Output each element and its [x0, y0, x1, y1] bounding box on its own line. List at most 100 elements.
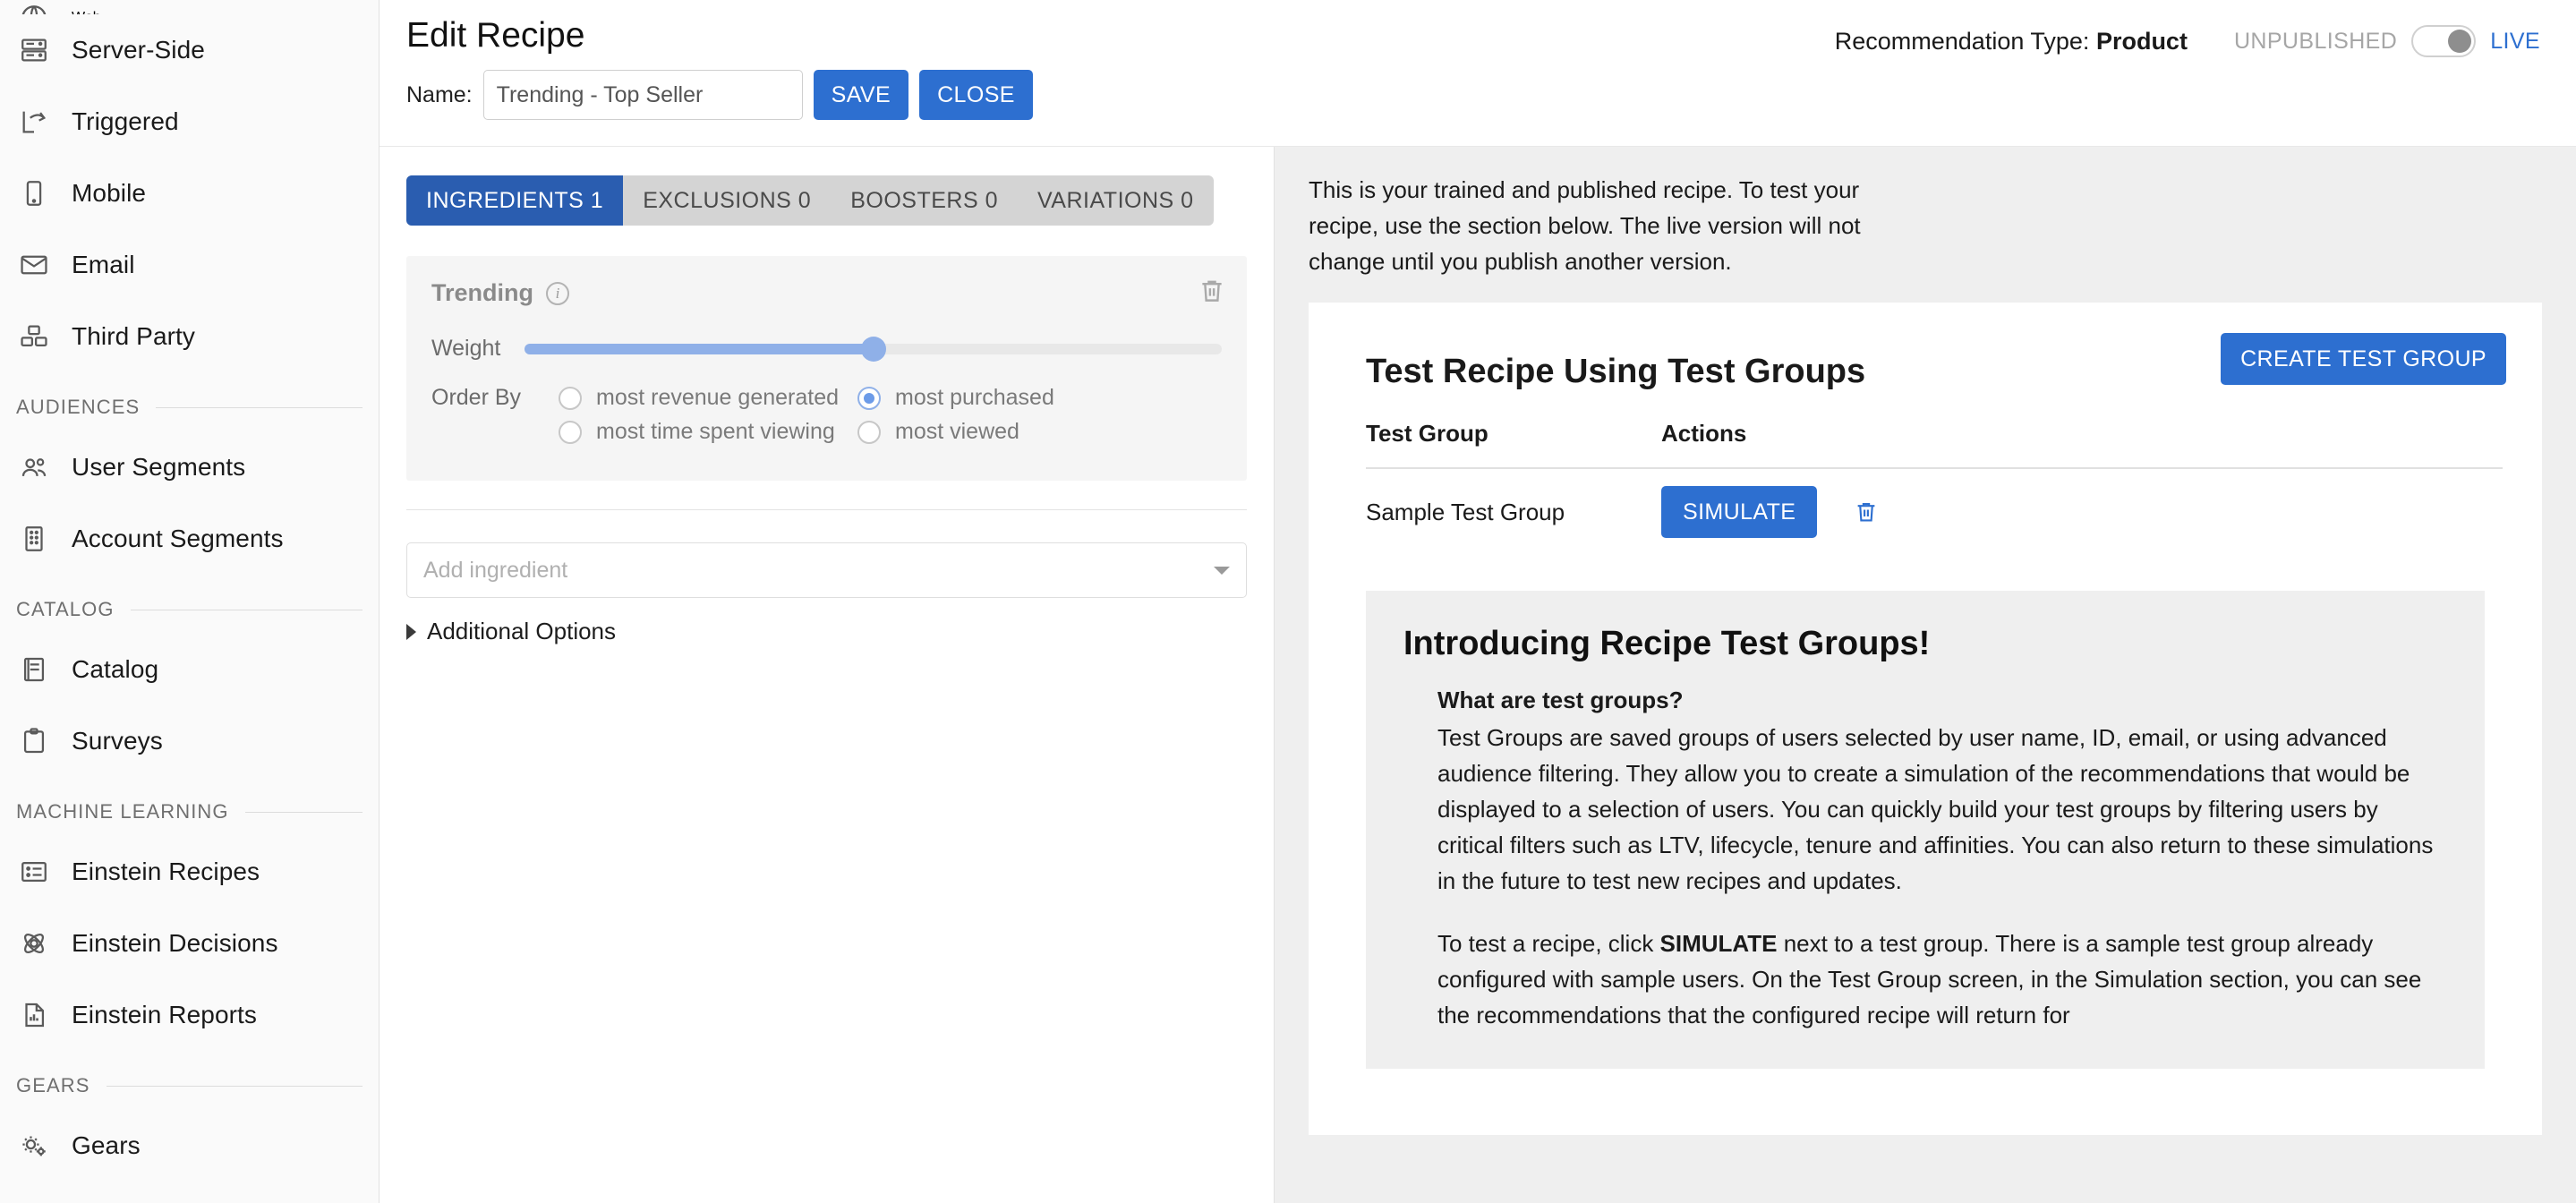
sidebar: Web Server-Side Triggered [0, 0, 380, 1203]
mobile-icon [16, 175, 52, 211]
row-actions: SIMULATE [1661, 486, 2503, 538]
intro-title: Introducing Recipe Test Groups! [1403, 625, 1931, 662]
sidebar-item-surveys[interactable]: Surveys [0, 705, 379, 777]
radio-circle [857, 420, 881, 444]
test-groups-title: Test Recipe Using Test Groups [1366, 353, 1866, 390]
simulate-button[interactable]: SIMULATE [1661, 486, 1818, 538]
sidebar-item-web[interactable]: Web [0, 0, 379, 14]
sidebar-item-catalog[interactable]: Catalog [0, 634, 379, 705]
create-test-group-button[interactable]: CREATE TEST GROUP [2221, 333, 2506, 385]
recommendation-type-value: Product [2095, 27, 2188, 55]
add-ingredient-placeholder: Add ingredient [423, 557, 568, 583]
sidebar-item-account-segments[interactable]: Account Segments [0, 503, 379, 575]
intro-p2-simulate: SIMULATE [1659, 930, 1778, 957]
sidebar-item-label: Surveys [72, 727, 163, 755]
divider [244, 811, 363, 813]
delete-ingredient-icon[interactable] [1197, 276, 1227, 306]
published-recipe-note: This is your trained and published recip… [1309, 176, 1861, 275]
app-root: Web Server-Side Triggered [0, 0, 2576, 1203]
sidebar-item-third-party[interactable]: Third Party [0, 301, 379, 372]
divider [106, 1085, 363, 1087]
sidebar-item-user-segments[interactable]: User Segments [0, 431, 379, 503]
ingredient-list: Trending i Weight Order By most revenue … [406, 256, 1247, 510]
recipe-name-row: Name: SAVE CLOSE [406, 70, 1033, 120]
sidebar-item-einstein-decisions[interactable]: Einstein Decisions [0, 908, 379, 979]
triggered-icon [16, 104, 52, 140]
sidebar-item-mobile[interactable]: Mobile [0, 158, 379, 229]
report-icon [16, 997, 52, 1033]
delete-test-group-icon[interactable] [1853, 497, 1880, 527]
save-button[interactable]: SAVE [813, 70, 909, 120]
sidebar-item-server-side[interactable]: Server-Side [0, 14, 379, 86]
sidebar-item-partial-bottom[interactable] [0, 1182, 379, 1203]
order-by-label: Order By [431, 385, 522, 410]
radio-most-time-spent-viewing[interactable]: most time spent viewing [559, 419, 857, 445]
publish-toggle-group: UNPUBLISHED LIVE [2234, 25, 2540, 57]
recipe-name-input[interactable] [482, 70, 803, 120]
recommendation-type: Recommendation Type: Product [1835, 28, 2188, 55]
sidebar-item-label: Third Party [72, 322, 196, 350]
sidebar-item-einstein-recipes[interactable]: Einstein Recipes [0, 836, 379, 908]
page-title: Edit Recipe [406, 16, 585, 55]
slider-fill [525, 343, 874, 354]
intro-paragraph-1: Test Groups are saved groups of users se… [1437, 724, 2434, 894]
table-header-row: Test Group Actions [1366, 420, 2503, 469]
sidebar-item-label: Account Segments [72, 525, 284, 552]
topbar-right: Recommendation Type: Product UNPUBLISHED… [1835, 25, 2540, 57]
main-content: Edit Recipe Name: SAVE CLOSE Recommendat… [380, 0, 2576, 1203]
test-groups-card: Test Recipe Using Test Groups CREATE TES… [1309, 303, 2542, 1135]
intro-p2-part-a: To test a recipe, click [1437, 930, 1660, 957]
sidebar-item-label: Gears [72, 1131, 141, 1159]
ingredient-header: Trending i [431, 279, 1222, 307]
clipboard-icon [16, 723, 52, 759]
add-ingredient-wrap: Add ingredient [406, 542, 1247, 598]
sidebar-item-gears[interactable]: Gears [0, 1110, 379, 1182]
radio-most-purchased[interactable]: most purchased [857, 385, 1054, 411]
info-icon[interactable]: i [546, 281, 569, 305]
body-split: INGREDIENTS 1 EXCLUSIONS 0 BOOSTERS 0 VA… [380, 147, 2576, 1203]
additional-options-label: Additional Options [427, 618, 617, 644]
intro-test-groups-panel: Introducing Recipe Test Groups! What are… [1366, 591, 2485, 1069]
add-ingredient-select[interactable]: Add ingredient [406, 542, 1247, 598]
table-row: Sample Test Group SIMULATE [1366, 469, 2503, 555]
tab-variations[interactable]: VARIATIONS 0 [1018, 175, 1214, 226]
close-button[interactable]: CLOSE [919, 70, 1033, 120]
weight-row: Weight [431, 336, 1222, 362]
tab-ingredients[interactable]: INGREDIENTS 1 [406, 175, 624, 226]
weight-label: Weight [431, 336, 501, 361]
sidebar-section-catalog: CATALOG [0, 585, 379, 634]
divider [156, 406, 363, 408]
ingredient-card-trending: Trending i Weight Order By most revenue … [406, 256, 1247, 481]
sidebar-section-machine-learning: MACHINE LEARNING [0, 788, 379, 836]
publish-toggle[interactable] [2411, 25, 2477, 57]
name-label: Name: [406, 81, 473, 107]
sidebar-item-label: Einstein Recipes [72, 857, 260, 885]
weight-slider[interactable] [525, 336, 1222, 362]
list-icon [16, 854, 52, 890]
additional-options-toggle[interactable]: Additional Options [406, 618, 1274, 645]
slider-thumb[interactable] [860, 336, 886, 362]
radio-circle [559, 386, 582, 410]
sidebar-item-email[interactable]: Email [0, 229, 379, 301]
tab-boosters[interactable]: BOOSTERS 0 [831, 175, 1018, 226]
building-icon [16, 521, 52, 557]
test-group-name: Sample Test Group [1366, 498, 1565, 525]
third-party-icon [16, 319, 52, 354]
section-title: GEARS [16, 1074, 90, 1096]
order-by-row: Order By most revenue generated most pur… [431, 385, 1222, 445]
test-groups-header: Test Recipe Using Test Groups CREATE TES… [1344, 333, 2506, 391]
radio-label: most purchased [895, 385, 1054, 410]
sidebar-item-triggered[interactable]: Triggered [0, 86, 379, 158]
column-header-actions: Actions [1661, 420, 1747, 447]
sidebar-item-einstein-reports[interactable]: Einstein Reports [0, 979, 379, 1051]
radio-most-revenue-generated[interactable]: most revenue generated [559, 385, 857, 411]
live-label: LIVE [2490, 28, 2540, 54]
tab-exclusions[interactable]: EXCLUSIONS 0 [623, 175, 831, 226]
gears-icon [16, 1128, 52, 1164]
sidebar-item-label: Einstein Reports [72, 1001, 258, 1028]
radio-most-viewed[interactable]: most viewed [857, 419, 1054, 445]
sidebar-item-label: Server-Side [72, 36, 205, 64]
sidebar-item-label: Catalog [72, 655, 159, 683]
radio-label: most viewed [895, 419, 1019, 444]
section-title: AUDIENCES [16, 396, 141, 418]
